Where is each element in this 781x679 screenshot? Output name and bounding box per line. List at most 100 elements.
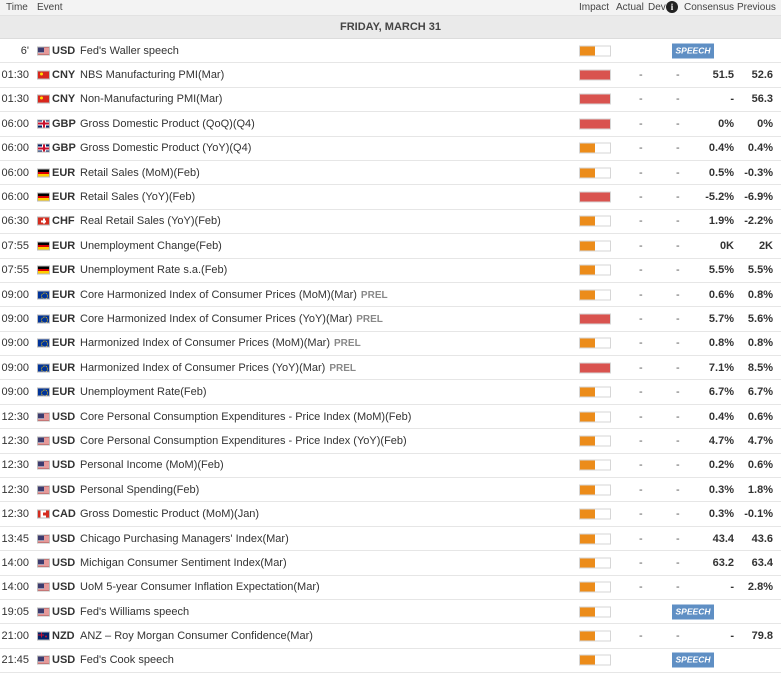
preliminary-tag: PREL — [329, 362, 357, 374]
table-row[interactable]: 21:45 USD Fed's Cook speech SPEECH — [0, 648, 781, 674]
event-name[interactable]: Michigan Consumer Sentiment Index(Mar) — [80, 557, 287, 569]
event-name[interactable]: Gross Domestic Product (MoM)(Jan) — [80, 508, 259, 520]
table-row[interactable]: 09:00 EUR Core Harmonized Index of Consume… — [0, 282, 781, 308]
table-row[interactable]: 01:30 CNY Non-Manufacturing PMI(Mar) - - - 56.… — [0, 87, 781, 113]
info-icon[interactable]: i — [666, 1, 678, 13]
consensus-value: 5.7% — [708, 312, 734, 325]
impact-indicator — [579, 630, 611, 642]
event-name[interactable]: Harmonized Index of Consumer Prices (YoY… — [80, 362, 356, 374]
event-name[interactable]: Real Retail Sales (YoY)(Feb) — [80, 215, 221, 227]
table-row[interactable]: 06:00 EUR Retail Sales (MoM)(Feb) - - 0.5% -0.… — [0, 160, 781, 186]
event-name[interactable]: Harmonized Index of Consumer Prices (MoM… — [80, 337, 361, 349]
table-row[interactable]: 13:45 USD Chicago Purchasing Managers' Ind… — [0, 526, 781, 552]
event-time: 06:00 — [1, 166, 29, 179]
event-time: 07:55 — [1, 264, 29, 277]
event-name-text: Personal Income (MoM)(Feb) — [80, 459, 224, 472]
table-row[interactable]: 06:00 EUR Retail Sales (YoY)(Feb) - - -5.2% -6… — [0, 185, 781, 210]
flag-ca-icon — [37, 509, 50, 519]
event-name[interactable]: Unemployment Rate s.a.(Feb) — [80, 264, 227, 276]
flag-gb-icon — [37, 143, 50, 153]
actual-value: - — [639, 386, 643, 399]
previous-value: 0.8% — [747, 337, 773, 350]
table-row[interactable]: 01:30 CNY NBS Manufacturing PMI(Mar) - - 51.5… — [0, 63, 781, 88]
event-name[interactable]: Unemployment Change(Feb) — [80, 240, 222, 252]
flag-us-icon — [37, 46, 50, 56]
table-row[interactable]: 21:00 NZD ANZ – Roy Morgan Consumer Confid… — [0, 624, 781, 649]
currency-code: EUR — [52, 288, 76, 301]
event-name[interactable]: Retail Sales (MoM)(Feb) — [80, 167, 200, 179]
currency-code: USD — [52, 434, 76, 447]
event-name[interactable]: Gross Domestic Product (YoY)(Q4) — [80, 142, 251, 154]
table-row[interactable]: 14:00 USD UoM 5-year Consumer Inflation Ex… — [0, 575, 781, 600]
event-name[interactable]: Non-Manufacturing PMI(Mar) — [80, 93, 222, 105]
table-row[interactable]: 07:55 EUR Unemployment Change(Feb) - - 0K 2K — [0, 234, 781, 259]
table-row[interactable]: 19:05 USD Fed's Williams speech SPEECH — [0, 599, 781, 625]
impact-indicator — [579, 337, 611, 349]
event-name[interactable]: Unemployment Rate(Feb) — [80, 386, 207, 398]
header-time: Time — [6, 2, 28, 13]
previous-value: 5.6% — [747, 312, 773, 325]
impact-indicator — [579, 484, 611, 496]
impact-indicator — [579, 215, 611, 227]
table-row[interactable]: 06:00 GBP Gross Domestic Product (YoY)(Q4)… — [0, 136, 781, 161]
impact-indicator — [579, 557, 611, 569]
event-name[interactable]: UoM 5-year Consumer Inflation Expectatio… — [80, 581, 320, 593]
flag-eu-icon — [37, 387, 50, 397]
table-row[interactable]: 09:00 EUR Harmonized Index of Consumer Pri… — [0, 356, 781, 381]
previous-value: 8.5% — [747, 361, 773, 374]
event-name[interactable]: Core Personal Consumption Expenditures -… — [80, 411, 411, 423]
previous-value: 2.8% — [747, 581, 773, 594]
event-name[interactable]: Fed's Williams speech — [80, 606, 189, 618]
table-row[interactable]: 09:00 EUR Core Harmonized Index of Consume… — [0, 307, 781, 332]
table-row[interactable]: 14:00 USD Michigan Consumer Sentiment Inde… — [0, 551, 781, 576]
consensus-value: 0.6% — [708, 288, 734, 301]
currency-code: USD — [52, 532, 76, 545]
event-name[interactable]: Fed's Cook speech — [80, 654, 174, 666]
previous-value: 0% — [757, 117, 773, 130]
event-name[interactable]: NBS Manufacturing PMI(Mar) — [80, 69, 224, 81]
previous-value: 0.6% — [747, 410, 773, 423]
table-row[interactable]: 6' USD Fed's Waller speech SPEECH — [0, 39, 781, 64]
event-name[interactable]: Personal Income (MoM)(Feb) — [80, 459, 224, 471]
actual-value: - — [639, 93, 643, 106]
consensus-value: 1.9% — [708, 215, 734, 228]
currency-code: GBP — [52, 142, 76, 155]
table-row[interactable]: 06:30 CHF Real Retail Sales (YoY)(Feb) - - 1.… — [0, 209, 781, 235]
flag-nz-icon — [37, 631, 50, 641]
previous-value: 43.6 — [751, 532, 773, 545]
event-name[interactable]: Fed's Waller speech — [80, 45, 179, 57]
table-row[interactable]: 07:55 EUR Unemployment Rate s.a.(Feb) - - 5.5… — [0, 258, 781, 283]
event-name[interactable]: ANZ – Roy Morgan Consumer Confidence(Mar… — [80, 630, 313, 642]
event-name-text: Retail Sales (MoM)(Feb) — [80, 166, 200, 179]
deviation-value: - — [676, 117, 680, 130]
table-row[interactable]: 12:30 USD Core Personal Consumption Expend… — [0, 429, 781, 454]
event-name[interactable]: Core Personal Consumption Expenditures -… — [80, 435, 407, 447]
table-row[interactable]: 09:00 EUR Unemployment Rate(Feb) - - 6.7% 6.7% — [0, 380, 781, 405]
event-name[interactable]: Core Harmonized Index of Consumer Prices… — [80, 313, 383, 325]
event-name-text: UoM 5-year Consumer Inflation Expectatio… — [80, 581, 320, 594]
table-row[interactable]: 12:30 CAD Gross Domestic Product (MoM)(Jan… — [0, 502, 781, 527]
currency-code: CHF — [52, 215, 75, 228]
actual-value: - — [639, 410, 643, 423]
table-row[interactable]: 06:00 GBP Gross Domestic Product (QoQ)(Q4)… — [0, 112, 781, 137]
actual-value: - — [639, 532, 643, 545]
table-row[interactable]: 12:30 USD Personal Spending(Feb) - - 0.3% 1.8% — [0, 478, 781, 503]
event-time: 13:45 — [1, 532, 29, 545]
table-row[interactable]: 12:30 USD Core Personal Consumption Expend… — [0, 404, 781, 430]
event-time: 12:30 — [1, 508, 29, 521]
table-row[interactable]: 09:00 EUR Harmonized Index of Consumer Pri… — [0, 331, 781, 357]
currency-code: EUR — [52, 312, 76, 325]
event-name[interactable]: Chicago Purchasing Managers' Index(Mar) — [80, 533, 289, 545]
event-time: 12:30 — [1, 459, 29, 472]
currency-code: NZD — [52, 630, 75, 643]
event-name[interactable]: Gross Domestic Product (QoQ)(Q4) — [80, 118, 255, 130]
table-row[interactable]: 12:30 USD Personal Income (MoM)(Feb) - - 0.2%… — [0, 453, 781, 479]
currency-code: USD — [52, 44, 76, 57]
event-name-text: Non-Manufacturing PMI(Mar) — [80, 93, 223, 106]
event-name[interactable]: Retail Sales (YoY)(Feb) — [80, 191, 195, 203]
event-name[interactable]: Personal Spending(Feb) — [80, 484, 199, 496]
event-name-text: Harmonized Index of Consumer Prices (MoM… — [80, 337, 331, 350]
consensus-value: 0.3% — [708, 508, 734, 521]
previous-value: 0.8% — [747, 288, 773, 301]
event-name[interactable]: Core Harmonized Index of Consumer Prices… — [80, 289, 388, 301]
